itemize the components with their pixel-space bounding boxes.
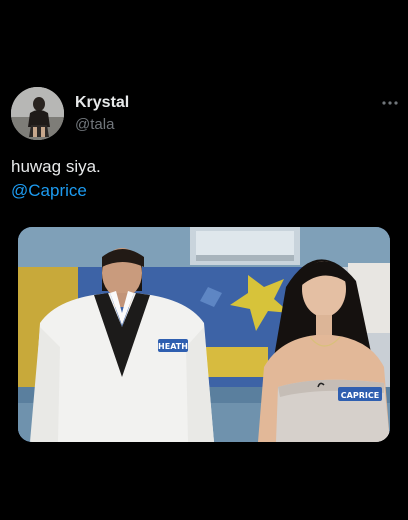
tweet: Krystal @tala huwag siya. @Caprice HEATH… [0,0,408,520]
mention-link[interactable]: @Caprice [11,179,87,203]
avatar-photo [11,87,64,140]
tweet-text: huwag siya. [11,157,101,176]
more-options-button[interactable] [381,96,399,110]
author-handle[interactable]: @tala [75,116,114,133]
tweet-media-image[interactable]: HEATH CAPRICE [18,227,390,442]
author-display-name[interactable]: Krystal [75,94,129,112]
name-tag-heath: HEATH [158,342,188,351]
more-horizontal-icon [382,101,398,105]
media-photo: HEATH CAPRICE [18,227,390,442]
name-tag-caprice: CAPRICE [341,391,379,400]
author-avatar[interactable] [11,87,64,140]
